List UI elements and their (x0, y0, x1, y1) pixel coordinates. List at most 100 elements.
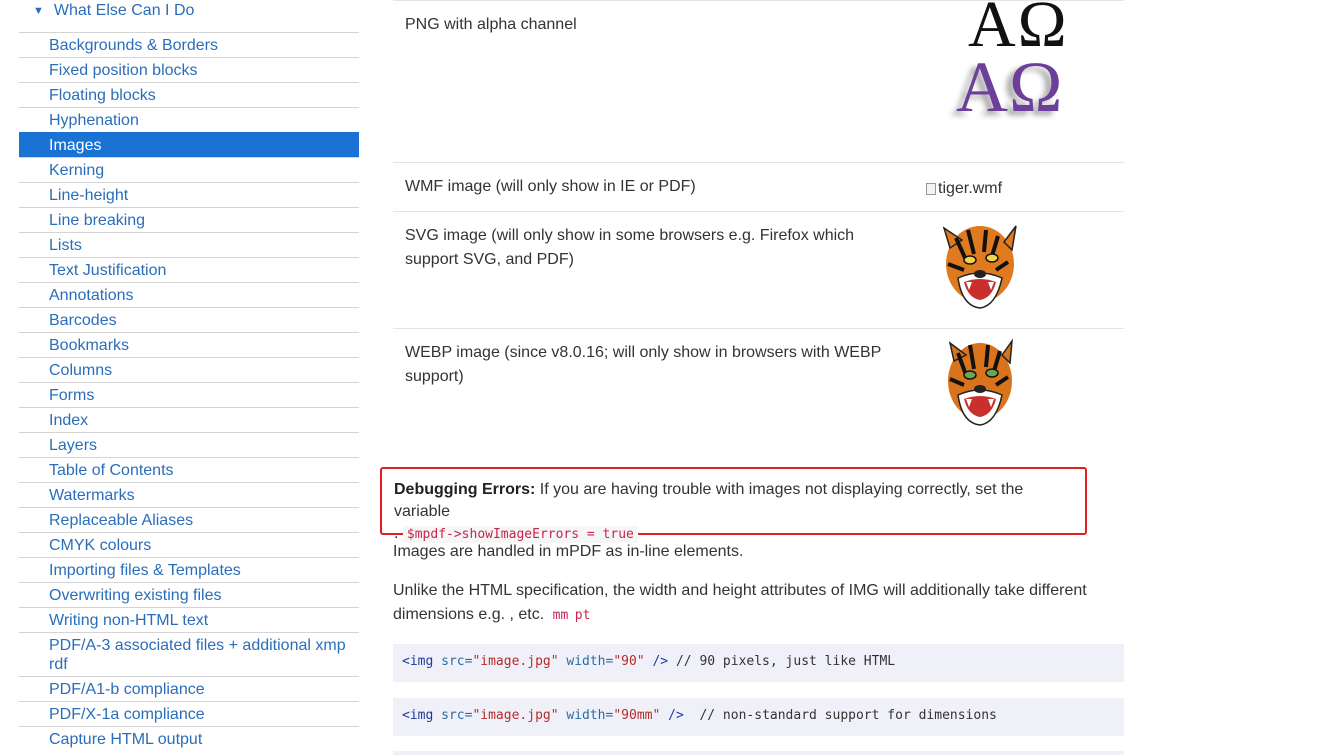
sidebar-item[interactable]: Line breaking (19, 207, 359, 232)
sidebar-item[interactable]: Annotations (19, 282, 359, 307)
table-cell (918, 211, 1124, 329)
sidebar-item-link[interactable]: PDF/X-1a compliance (19, 702, 359, 726)
paragraph-inline: Images are handled in mPDF as in-line el… (393, 543, 744, 560)
code-string: "90" (613, 654, 645, 669)
code-pt: pt (574, 608, 591, 623)
sidebar-nav: Backgrounds & Borders Fixed position bloc… (19, 32, 359, 751)
sidebar-item[interactable]: Hyphenation (19, 107, 359, 132)
sidebar-item-link[interactable]: Text Justification (19, 258, 359, 282)
sidebar-item[interactable]: Watermarks (19, 482, 359, 507)
table-cell: tiger.wmf (918, 162, 1124, 212)
debug-note-box: Debugging Errors: If you are having trou… (380, 467, 1087, 543)
sidebar-item-link[interactable]: Watermarks (19, 483, 359, 507)
sidebar-item-link[interactable]: PDF/A1-b compliance (19, 677, 359, 701)
png-alpha-image: AΩ AΩ (940, 0, 1090, 154)
sidebar-item[interactable]: Text Justification (19, 257, 359, 282)
sidebar-item-link[interactable]: Forms (19, 383, 359, 407)
code-string: "image.jpg" (472, 654, 559, 669)
sidebar-item[interactable]: Overwriting existing files (19, 582, 359, 607)
sidebar-item[interactable]: Replaceable Aliases (19, 507, 359, 532)
sidebar-item-link[interactable]: Line breaking (19, 208, 359, 232)
sidebar-item[interactable]: Columns (19, 357, 359, 382)
table-cell: WEBP image (since v8.0.16; will only sho… (393, 328, 918, 449)
sidebar-item[interactable]: Writing non-HTML text (19, 607, 359, 632)
table-cell (918, 328, 1124, 449)
code-attr: src= (433, 654, 473, 669)
sidebar-item-link[interactable]: Writing non-HTML text (19, 608, 359, 632)
sidebar-item[interactable]: Backgrounds & Borders (19, 32, 359, 57)
table-cell: WMF image (will only show in IE or PDF) (393, 162, 918, 212)
tiger-webp-image (948, 338, 1013, 426)
code-tag: <img (402, 708, 434, 723)
debug-label: Debugging Errors: (394, 481, 536, 498)
sidebar-item-link[interactable]: PDF/A-3 associated files + additional xm… (19, 633, 359, 676)
sidebar-item[interactable]: PDF/X-1a compliance (19, 701, 359, 726)
sidebar-item-link[interactable]: Annotations (19, 283, 359, 307)
main-content: PNG with alpha channel AΩ AΩ WMF image (… (393, 0, 1124, 449)
code-attr: width= (558, 654, 614, 669)
sidebar-item[interactable]: Forms (19, 382, 359, 407)
code-tag: <img (402, 654, 434, 669)
sidebar-item[interactable]: Table of Contents (19, 457, 359, 482)
sidebar-item[interactable]: Line-height (19, 182, 359, 207)
table-cell: SVG image (will only show in some browse… (393, 211, 918, 329)
sidebar-item-link[interactable]: Index (19, 408, 359, 432)
sidebar-item-link[interactable]: Images (19, 133, 359, 157)
sidebar-item-link[interactable]: Replaceable Aliases (19, 508, 359, 532)
sidebar-item[interactable]: CMYK colours (19, 532, 359, 557)
table-row: WEBP image (since v8.0.16; will only sho… (393, 328, 1124, 449)
broken-image-alt: tiger.wmf (938, 180, 1003, 197)
section-header[interactable]: ▼ What Else Can I Do (33, 0, 194, 22)
sidebar-item-link[interactable]: Bookmarks (19, 333, 359, 357)
code-example-partial (393, 751, 1124, 755)
sidebar-item[interactable]: PDF/A1-b compliance (19, 676, 359, 701)
sidebar: ▼ What Else Can I Do Backgrounds & Borde… (0, 0, 360, 755)
sidebar-item-link[interactable]: Table of Contents (19, 458, 359, 482)
code-string: "90mm" (613, 708, 661, 723)
sidebar-item-link[interactable]: Line-height (19, 183, 359, 207)
sidebar-item[interactable]: PDF/A-3 associated files + additional xm… (19, 632, 359, 676)
sidebar-item-link[interactable]: Importing files & Templates (19, 558, 359, 582)
sidebar-item-link[interactable]: Overwriting existing files (19, 583, 359, 607)
code-comment: // 90 pixels, just like HTML (668, 654, 896, 669)
broken-image: tiger.wmf (926, 177, 1124, 201)
sidebar-item[interactable]: Index (19, 407, 359, 432)
sidebar-item[interactable]: Importing files & Templates (19, 557, 359, 582)
paragraph-dimensions: Unlike the HTML specification, the width… (393, 579, 1124, 628)
code-tag: /> (660, 708, 684, 723)
sidebar-item[interactable]: Kerning (19, 157, 359, 182)
code-attr: src= (433, 708, 473, 723)
alpha-omega-shadow-glyph: AΩ (956, 47, 1064, 127)
code-example: <img src="image.jpg" width="90mm" /> // … (393, 698, 1124, 736)
sidebar-item[interactable]: Layers (19, 432, 359, 457)
sidebar-item-link[interactable]: Kerning (19, 158, 359, 182)
sidebar-item[interactable]: Floating blocks (19, 82, 359, 107)
alpha-omega-glyph: AΩ (968, 0, 1069, 61)
sidebar-item[interactable]: Capture HTML output (19, 726, 359, 751)
tiger-svg-image (942, 225, 1017, 309)
sidebar-item-link[interactable]: Backgrounds & Borders (19, 33, 359, 57)
image-types-table: PNG with alpha channel AΩ AΩ WMF image (… (393, 0, 1124, 449)
sidebar-item-link[interactable]: Capture HTML output (19, 727, 359, 751)
sidebar-item[interactable]: Fixed position blocks (19, 57, 359, 82)
sidebar-item-link[interactable]: Floating blocks (19, 83, 359, 107)
code-comment: // non-standard support for dimensions (683, 708, 997, 723)
table-cell: PNG with alpha channel (393, 0, 918, 163)
sidebar-item[interactable]: Images (19, 132, 359, 157)
sidebar-item[interactable]: Bookmarks (19, 332, 359, 357)
sidebar-item[interactable]: Barcodes (19, 307, 359, 332)
sidebar-item-link[interactable]: Columns (19, 358, 359, 382)
sidebar-item-link[interactable]: Hyphenation (19, 108, 359, 132)
sidebar-item-link[interactable]: Barcodes (19, 308, 359, 332)
code-example: <img src="image.jpg" width="90" /> // 90… (393, 644, 1124, 682)
sidebar-item-link[interactable]: Fixed position blocks (19, 58, 359, 82)
sidebar-item-link[interactable]: CMYK colours (19, 533, 359, 557)
paragraph-text: Unlike the HTML specification, the width… (393, 582, 1087, 623)
code-attr: width= (558, 708, 614, 723)
sidebar-item-link[interactable]: Layers (19, 433, 359, 457)
sidebar-item-link[interactable]: Lists (19, 233, 359, 257)
section-title: What Else Can I Do (53, 2, 195, 19)
code-mm: mm (552, 608, 569, 623)
triangle-down-icon[interactable]: ▼ (33, 5, 44, 17)
sidebar-item[interactable]: Lists (19, 232, 359, 257)
